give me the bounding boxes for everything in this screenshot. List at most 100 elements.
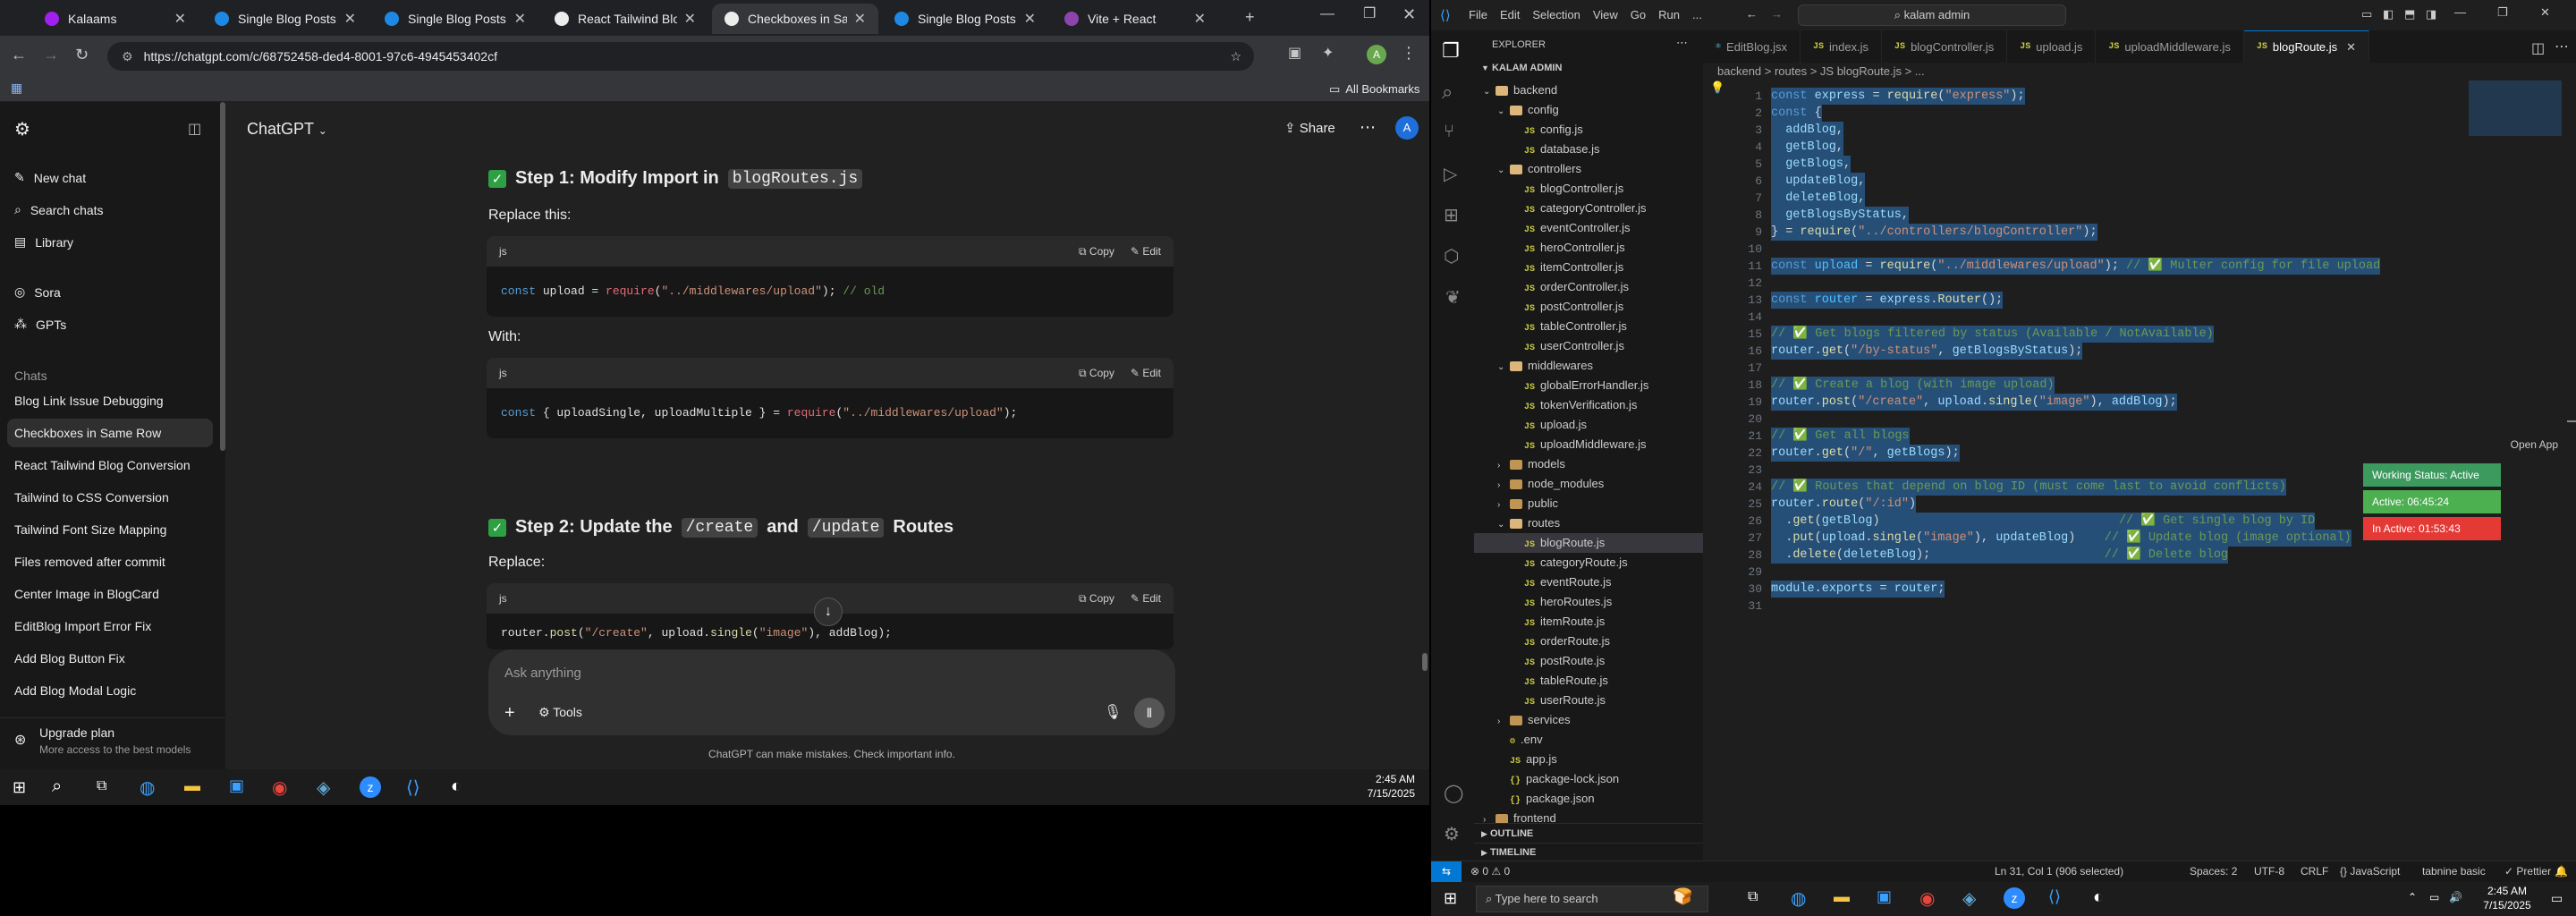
- edge-icon[interactable]: ◍: [140, 776, 155, 799]
- close-tab-icon[interactable]: ✕: [854, 10, 866, 28]
- library-button[interactable]: ▤ Library: [14, 234, 73, 250]
- extension-icon[interactable]: ▣: [1288, 47, 1301, 61]
- chat-history-item[interactable]: Tailwind to CSS Conversion: [7, 483, 213, 512]
- open-app-button[interactable]: Open App: [2444, 438, 2558, 451]
- breadcrumb[interactable]: backend > routes > JS blogRoute.js > ...: [1703, 63, 2576, 81]
- mongodb-leaf-icon[interactable]: ❦: [1445, 286, 1461, 309]
- vscode-icon[interactable]: ⟨⟩: [406, 776, 420, 799]
- copy-button[interactable]: ⧉ Copy: [1079, 367, 1114, 379]
- tree-file[interactable]: JS userController.js: [1474, 336, 1703, 356]
- edit-button[interactable]: ✎ Edit: [1131, 592, 1161, 605]
- file-explorer-icon[interactable]: ▬: [184, 776, 200, 795]
- tree-file[interactable]: JS userRoute.js: [1474, 691, 1703, 710]
- menu-item[interactable]: Edit: [1500, 8, 1520, 21]
- tree-file[interactable]: JS postController.js: [1474, 297, 1703, 317]
- vscode-icon[interactable]: ⟨⟩: [2048, 887, 2061, 906]
- model-selector[interactable]: ChatGPT ⌄: [247, 120, 327, 139]
- tree-file[interactable]: JS blogRoute.js: [1474, 533, 1703, 553]
- task-view-icon[interactable]: ⧉: [1748, 889, 1758, 905]
- new-tab-button[interactable]: +: [1245, 9, 1255, 25]
- code-line[interactable]: const express = require("express");: [1771, 88, 2025, 105]
- editor-tab[interactable]: JS index.js: [1801, 30, 1883, 63]
- tree-folder[interactable]: ⌄ backend: [1474, 81, 1703, 100]
- edit-button[interactable]: ✎ Edit: [1131, 245, 1161, 258]
- nav-forward-icon[interactable]: →: [1771, 7, 1783, 21]
- menu-item[interactable]: Go: [1631, 8, 1646, 21]
- volume-icon[interactable]: 🔊: [2449, 891, 2462, 903]
- browser-tab[interactable]: Checkboxes in Same R ✕: [712, 4, 878, 34]
- openai-logo-icon[interactable]: ⚙: [14, 118, 30, 140]
- close-tab-icon[interactable]: ✕: [2346, 40, 2356, 55]
- encoding[interactable]: UTF-8: [2254, 865, 2284, 878]
- tree-file[interactable]: JS uploadMiddleware.js: [1474, 435, 1703, 454]
- file-explorer-icon[interactable]: ▬: [1834, 887, 1850, 906]
- tree-file[interactable]: JS orderController.js: [1474, 277, 1703, 297]
- extensions-icon[interactable]: ⊞: [1444, 204, 1459, 226]
- tree-file[interactable]: JS config.js: [1474, 120, 1703, 140]
- editor-scrollbar[interactable]: [2565, 81, 2576, 859]
- layout-icon[interactable]: ▭: [2361, 7, 2372, 21]
- chrome-icon[interactable]: ◉: [1919, 887, 1935, 910]
- all-bookmarks[interactable]: ▭ All Bookmarks: [1329, 82, 1419, 97]
- plus-icon[interactable]: +: [504, 703, 515, 724]
- tree-file[interactable]: JS heroRoutes.js: [1474, 592, 1703, 612]
- chat-history-item[interactable]: EditBlog Import Error Fix: [7, 612, 213, 640]
- code-line[interactable]: router.get("/by-status", getBlogsByStatu…: [1771, 343, 2083, 360]
- search-icon[interactable]: ⌕: [1442, 81, 1453, 104]
- account-icon[interactable]: ◯: [1444, 782, 1463, 804]
- vscode-like-icon[interactable]: ◈: [317, 776, 330, 799]
- chat-history-item[interactable]: Blog Link Issue Debugging: [7, 386, 213, 415]
- chat-history-item[interactable]: Add Blog Button Fix: [7, 644, 213, 673]
- tree-folder[interactable]: ⌄ controllers: [1474, 159, 1703, 179]
- site-settings-icon[interactable]: ⚙: [122, 49, 133, 64]
- code-line[interactable]: getBlog,: [1771, 139, 1844, 156]
- nav-back-icon[interactable]: ←: [1746, 7, 1758, 21]
- sora-button[interactable]: ◎ Sora: [14, 284, 61, 300]
- chat-history-item[interactable]: Tailwind Font Size Mapping: [7, 515, 213, 544]
- restore-icon[interactable]: ❐: [2497, 5, 2508, 20]
- minimize-icon[interactable]: —: [1320, 7, 1335, 21]
- cursor-position[interactable]: Ln 31, Col 1 (906 selected): [1995, 865, 2123, 878]
- restore-icon[interactable]: ❐: [1363, 7, 1376, 21]
- network-icon[interactable]: ▭: [2429, 891, 2439, 903]
- store-icon[interactable]: ▣: [229, 776, 244, 795]
- browser-tab[interactable]: Vite + React ✕: [1052, 4, 1218, 34]
- notification-center-icon[interactable]: ▭: [2551, 891, 2563, 906]
- timeline-section[interactable]: ▶ TIMELINE: [1474, 843, 1703, 861]
- tree-folder[interactable]: › node_modules: [1474, 474, 1703, 494]
- code-line[interactable]: deleteBlog,: [1771, 190, 1866, 207]
- search-icon[interactable]: ⌕: [52, 776, 62, 797]
- code-area[interactable]: 💡 1 const express = require("express"); 2 c…: [1703, 81, 2576, 653]
- problems-count[interactable]: ⊗ 0 ⚠ 0: [1470, 865, 1510, 878]
- tree-folder[interactable]: › frontend: [1474, 809, 1703, 823]
- menu-item[interactable]: Selection: [1532, 8, 1580, 21]
- code-line[interactable]: .put(upload.single("image"), updateBlog)…: [1771, 530, 2351, 547]
- notifications-bell-icon[interactable]: 🔔: [2555, 865, 2568, 878]
- bookmark-star-icon[interactable]: ☆: [1230, 49, 1241, 64]
- code-line[interactable]: const {: [1771, 105, 1822, 122]
- browser-tab[interactable]: Single Blog Posts Pag ✕: [882, 4, 1048, 34]
- code-line[interactable]: // ✅ Get blogs filtered by status (Avail…: [1771, 326, 2214, 343]
- upgrade-plan-button[interactable]: ⊛ Upgrade plan More access to the best m…: [0, 717, 225, 769]
- tree-file[interactable]: JS categoryRoute.js: [1474, 553, 1703, 572]
- close-tab-icon[interactable]: ✕: [684, 10, 696, 28]
- microphone-icon[interactable]: 🎙: [1104, 703, 1122, 721]
- forward-icon[interactable]: →: [43, 47, 59, 63]
- tree-folder[interactable]: › models: [1474, 454, 1703, 474]
- menu-item[interactable]: Run: [1658, 8, 1680, 21]
- code-line[interactable]: .delete(deleteBlog); // ✅ Delete blog: [1771, 547, 2229, 564]
- profile-avatar[interactable]: A: [1367, 45, 1386, 64]
- extensions-puzzle-icon[interactable]: ✦: [1322, 47, 1334, 61]
- chat-scrollbar[interactable]: [1420, 102, 1429, 769]
- secondary-sidebar-icon[interactable]: ◨: [2426, 7, 2436, 21]
- browser-tab[interactable]: React Tailwind Blog Co ✕: [542, 4, 708, 34]
- gpts-button[interactable]: ⁂ GPTs: [14, 317, 66, 332]
- browser-tab[interactable]: Kalaams ✕: [32, 4, 199, 34]
- browser-tab[interactable]: Single Blog Posts Pag ✕: [372, 4, 538, 34]
- indentation[interactable]: Spaces: 2: [2190, 865, 2237, 878]
- settings-gear-icon[interactable]: ⚙: [1444, 823, 1460, 845]
- close-tab-icon[interactable]: ✕: [174, 10, 186, 28]
- code-line[interactable]: // ✅ Routes that depend on blog ID (must…: [1771, 479, 2286, 496]
- chat-history-item[interactable]: Files removed after commit: [7, 547, 213, 576]
- app-icon[interactable]: ◈: [1962, 887, 1976, 910]
